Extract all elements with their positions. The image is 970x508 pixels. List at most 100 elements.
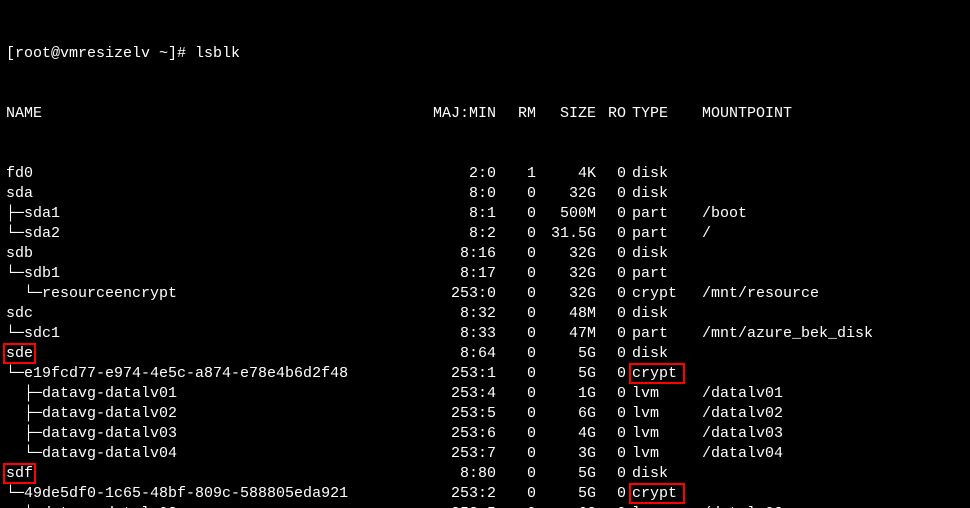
col-ro: 0 bbox=[596, 284, 626, 304]
col-rm: 0 bbox=[496, 464, 536, 484]
device-name: 49de5df0-1c65-48bf-809c-588805eda921 bbox=[24, 484, 348, 504]
col-type: part bbox=[626, 324, 692, 344]
device-name: sde bbox=[6, 344, 33, 364]
col-size: 5G bbox=[536, 464, 596, 484]
col-majmin: 8:0 bbox=[426, 184, 496, 204]
col-type: disk bbox=[626, 344, 692, 364]
col-ro: 0 bbox=[596, 204, 626, 224]
col-name: ├─sda1 bbox=[6, 204, 426, 224]
col-mountpoint: /datalv01 bbox=[692, 384, 783, 404]
lsblk-row: ├─datavg-datalv01253:401G0lvm/datalv01 bbox=[6, 384, 964, 404]
col-majmin: 8:64 bbox=[426, 344, 496, 364]
lsblk-row: sda8:0032G0disk bbox=[6, 184, 964, 204]
col-majmin: 253:1 bbox=[426, 364, 496, 384]
lsblk-row: sdf8:8005G0disk bbox=[6, 464, 964, 484]
shell-command: lsblk bbox=[195, 45, 240, 62]
col-name: sdb bbox=[6, 244, 426, 264]
col-name: fd0 bbox=[6, 164, 426, 184]
col-majmin: 8:16 bbox=[426, 244, 496, 264]
col-type: lvm bbox=[626, 404, 692, 424]
lsblk-row: fd02:014K0disk bbox=[6, 164, 964, 184]
col-type: crypt bbox=[626, 364, 692, 384]
device-name: resourceencrypt bbox=[42, 284, 177, 304]
col-mountpoint: /datalv03 bbox=[692, 424, 783, 444]
col-type: disk bbox=[626, 244, 692, 264]
col-type: part bbox=[626, 264, 692, 284]
col-type: crypt bbox=[626, 284, 692, 304]
tree-indent: └─ bbox=[6, 224, 24, 244]
col-type: part bbox=[626, 204, 692, 224]
lsblk-row: sdb8:16032G0disk bbox=[6, 244, 964, 264]
col-name: ├─datavg-datalv03 bbox=[6, 424, 426, 444]
col-name: └─sdb1 bbox=[6, 264, 426, 284]
col-type: lvm bbox=[626, 504, 692, 508]
col-rm: 0 bbox=[496, 384, 536, 404]
col-name: └─sda2 bbox=[6, 224, 426, 244]
col-mountpoint: /mnt/resource bbox=[692, 284, 819, 304]
lsblk-row: └─sdc18:33047M0part/mnt/azure_bek_disk bbox=[6, 324, 964, 344]
col-type: disk bbox=[626, 164, 692, 184]
col-size: 47M bbox=[536, 324, 596, 344]
device-name: sdf bbox=[6, 464, 33, 484]
device-name: sda1 bbox=[24, 204, 60, 224]
col-majmin: 253:7 bbox=[426, 444, 496, 464]
col-rm: 1 bbox=[496, 164, 536, 184]
col-rm: 0 bbox=[496, 184, 536, 204]
col-ro: 0 bbox=[596, 184, 626, 204]
hdr-rm: RM bbox=[496, 104, 536, 124]
col-size: 32G bbox=[536, 184, 596, 204]
col-rm: 0 bbox=[496, 324, 536, 344]
col-rm: 0 bbox=[496, 264, 536, 284]
col-ro: 0 bbox=[596, 244, 626, 264]
tree-indent: └─ bbox=[6, 484, 24, 504]
lsblk-row: sdc8:32048M0disk bbox=[6, 304, 964, 324]
col-ro: 0 bbox=[596, 424, 626, 444]
device-name: sda2 bbox=[24, 224, 60, 244]
lsblk-row: ├─datavg-datalv02253:506G0lvm/datalv02 bbox=[6, 504, 964, 508]
device-name: datavg-datalv02 bbox=[42, 404, 177, 424]
col-name: sde bbox=[6, 344, 426, 364]
col-size: 500M bbox=[536, 204, 596, 224]
col-size: 4K bbox=[536, 164, 596, 184]
col-rm: 0 bbox=[496, 504, 536, 508]
lsblk-row: ├─datavg-datalv03253:604G0lvm/datalv03 bbox=[6, 424, 964, 444]
device-name: fd0 bbox=[6, 164, 33, 184]
lsblk-row: ├─sda18:10500M0part/boot bbox=[6, 204, 964, 224]
col-rm: 0 bbox=[496, 364, 536, 384]
hdr-maj: MAJ:MIN bbox=[426, 104, 496, 124]
col-name: sdf bbox=[6, 464, 426, 484]
col-size: 4G bbox=[536, 424, 596, 444]
col-majmin: 8:33 bbox=[426, 324, 496, 344]
tree-indent: └─ bbox=[6, 324, 24, 344]
header-row: NAMEMAJ:MINRMSIZEROTYPEMOUNTPOINT bbox=[6, 104, 964, 124]
device-name: sda bbox=[6, 184, 33, 204]
tree-indent: ├─ bbox=[6, 504, 42, 508]
col-majmin: 8:32 bbox=[426, 304, 496, 324]
device-name: sdb bbox=[6, 244, 33, 264]
col-majmin: 8:1 bbox=[426, 204, 496, 224]
col-ro: 0 bbox=[596, 484, 626, 504]
col-rm: 0 bbox=[496, 444, 536, 464]
col-rm: 0 bbox=[496, 224, 536, 244]
col-name: └─e19fcd77-e974-4e5c-a874-e78e4b6d2f48 bbox=[6, 364, 426, 384]
hdr-size: SIZE bbox=[536, 104, 596, 124]
shell-prompt: [root@vmresizelv ~]# bbox=[6, 45, 195, 62]
col-size: 31.5G bbox=[536, 224, 596, 244]
lsblk-row: └─sda28:2031.5G0part/ bbox=[6, 224, 964, 244]
lsblk-row: sde8:6405G0disk bbox=[6, 344, 964, 364]
col-size: 6G bbox=[536, 404, 596, 424]
col-size: 5G bbox=[536, 484, 596, 504]
hdr-ro: RO bbox=[596, 104, 626, 124]
lsblk-row: └─49de5df0-1c65-48bf-809c-588805eda92125… bbox=[6, 484, 964, 504]
device-name: datavg-datalv01 bbox=[42, 384, 177, 404]
col-size: 32G bbox=[536, 244, 596, 264]
device-name: sdc1 bbox=[24, 324, 60, 344]
col-type: part bbox=[626, 224, 692, 244]
tree-indent: ├─ bbox=[6, 404, 42, 424]
col-type: crypt bbox=[626, 484, 692, 504]
col-size: 32G bbox=[536, 264, 596, 284]
tree-indent: ├─ bbox=[6, 424, 42, 444]
col-mountpoint: / bbox=[692, 224, 711, 244]
col-mountpoint: /datalv02 bbox=[692, 404, 783, 424]
lsblk-row: └─resourceencrypt253:0032G0crypt/mnt/res… bbox=[6, 284, 964, 304]
